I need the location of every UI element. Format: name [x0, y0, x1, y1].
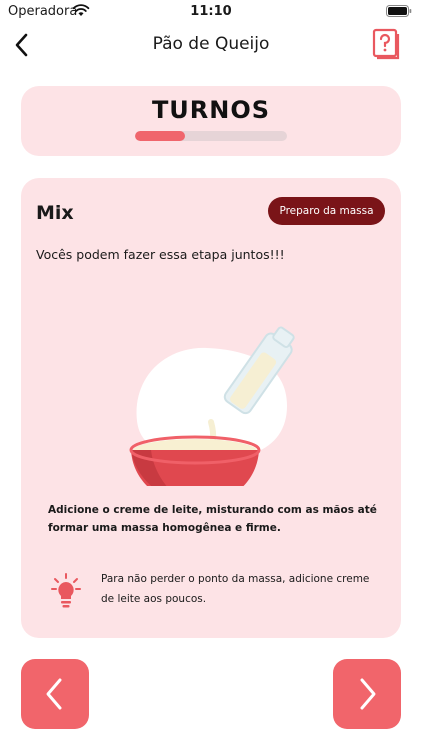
next-step-button[interactable]: [333, 659, 401, 729]
step-title: Mix: [36, 202, 74, 224]
turns-progress-bar: [135, 131, 287, 141]
status-time: 11:10: [190, 4, 232, 19]
status-bar: Operadora 11:10: [0, 0, 422, 24]
mixing-bowl-illustration: [129, 326, 295, 486]
stage-button[interactable]: Preparo da massa: [268, 197, 385, 225]
help-button[interactable]: [372, 28, 400, 60]
turns-card: TURNOS: [21, 86, 401, 156]
turns-title: TURNOS: [151, 96, 271, 124]
chevron-left-icon: [46, 678, 62, 710]
chevron-right-icon: [360, 678, 376, 710]
step-card: Mix Preparo da massa Vocês podem fazer e…: [21, 178, 401, 638]
step-instruction: Adicione o creme de leite, misturando co…: [48, 504, 377, 534]
navigation-bar: Pão de Queijo: [0, 28, 422, 62]
page-title: Pão de Queijo: [152, 34, 270, 54]
step-subtitle: Vocês podem fazer essa etapa juntos!!!: [36, 247, 285, 262]
turns-progress-fill: [135, 131, 186, 141]
previous-step-button[interactable]: [21, 659, 89, 729]
tip-text: Para não perder o ponto da massa, adicio…: [101, 573, 370, 605]
battery-icon: [386, 5, 412, 17]
question-card-icon: [372, 28, 400, 60]
lightbulb-icon: [51, 573, 81, 608]
